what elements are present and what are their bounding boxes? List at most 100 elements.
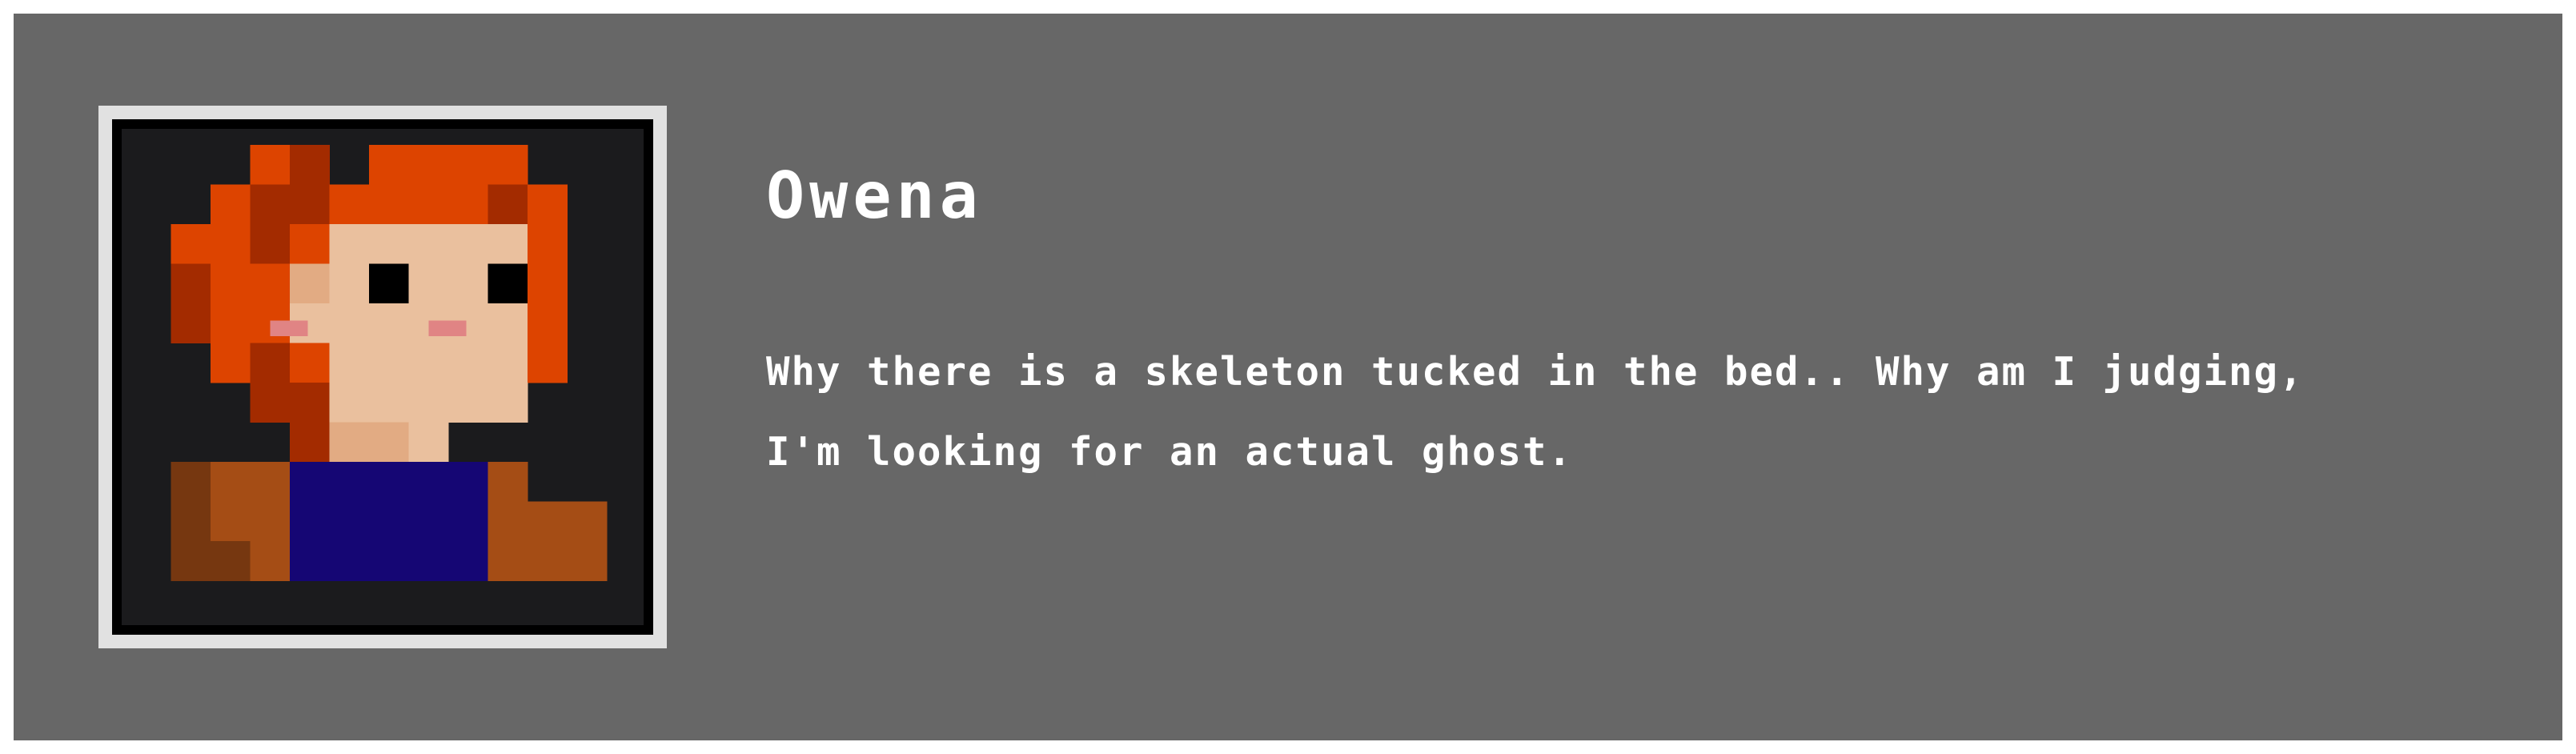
portrait-pixel xyxy=(290,501,330,542)
portrait-pixel xyxy=(329,303,370,343)
portrait-pixel xyxy=(369,541,409,581)
portrait-pixel xyxy=(369,422,409,463)
portrait-pixel xyxy=(369,145,409,185)
portrait-pixel xyxy=(290,462,330,502)
portrait-pixel xyxy=(448,462,488,502)
portrait-pixel xyxy=(448,224,488,264)
portrait-frame xyxy=(98,106,667,648)
portrait-pixel xyxy=(211,541,251,581)
blush-mark xyxy=(428,320,467,337)
portrait-pixel xyxy=(488,184,528,225)
portrait-pixel xyxy=(408,501,449,542)
portrait-pixel xyxy=(290,224,330,264)
speaker-name: Owena xyxy=(766,158,983,233)
portrait-pixel xyxy=(329,343,370,383)
dialog-text: Why there is a skeleton tucked in the be… xyxy=(766,349,2305,475)
portrait-pixel xyxy=(211,501,251,542)
portrait-pixel xyxy=(211,224,251,264)
portrait-pixel xyxy=(488,541,528,581)
portrait-pixel xyxy=(488,462,528,502)
portrait-pixel xyxy=(488,303,528,343)
portrait-pixel xyxy=(488,383,528,423)
portrait-pixel xyxy=(290,145,330,185)
portrait-pixel xyxy=(250,224,291,264)
portrait-pixel xyxy=(171,541,211,581)
portrait-pixel xyxy=(448,501,488,542)
portrait-pixel xyxy=(171,501,211,542)
portrait-pixel xyxy=(250,501,291,542)
portrait-pixel xyxy=(211,263,251,304)
portrait-pixel xyxy=(329,224,370,264)
portrait-pixel xyxy=(408,224,449,264)
portrait-pixel xyxy=(528,263,568,304)
portrait-pixel xyxy=(171,303,211,343)
portrait-pixel xyxy=(448,343,488,383)
portrait-pixel xyxy=(250,263,291,304)
portrait-pixel xyxy=(329,501,370,542)
portrait-pixel xyxy=(488,224,528,264)
portrait-pixel xyxy=(369,383,409,423)
portrait-pixel xyxy=(528,303,568,343)
portrait-pixel xyxy=(448,145,488,185)
portrait-pixel xyxy=(528,343,568,383)
portrait-pixel xyxy=(408,263,449,304)
portrait-pixel xyxy=(369,303,409,343)
portrait-pixel xyxy=(171,462,211,502)
portrait-pixel xyxy=(329,184,370,225)
portrait-pixel xyxy=(250,541,291,581)
portrait-pixel xyxy=(329,541,370,581)
portrait-pixel xyxy=(488,501,528,542)
portrait-pixel xyxy=(567,541,608,581)
portrait-pixel xyxy=(290,383,330,423)
dialog-box[interactable]: Owena Why there is a skeleton tucked in … xyxy=(14,14,2562,740)
portrait-pixel xyxy=(488,263,528,304)
portrait-pixel xyxy=(567,501,608,542)
portrait-pixel xyxy=(448,184,488,225)
blush-mark xyxy=(270,320,308,337)
portrait-pixel xyxy=(250,343,291,383)
portrait-pixel xyxy=(211,303,251,343)
portrait-pixel xyxy=(290,263,330,304)
portrait-pixel xyxy=(408,383,449,423)
portrait-pixel xyxy=(408,343,449,383)
portrait-pixel xyxy=(408,462,449,502)
portrait-pixel xyxy=(528,501,568,542)
portrait-pixel xyxy=(329,462,370,502)
portrait-pixel xyxy=(250,145,291,185)
portrait-pixel xyxy=(528,224,568,264)
portrait-pixel xyxy=(369,263,409,304)
portrait-pixel xyxy=(408,422,449,463)
portrait-pixel xyxy=(408,184,449,225)
portrait-pixel xyxy=(250,462,291,502)
portrait-pixel xyxy=(528,184,568,225)
portrait-pixel xyxy=(211,343,251,383)
portrait-pixel xyxy=(171,224,211,264)
character-portrait-icon xyxy=(171,145,608,581)
portrait-pixel xyxy=(448,383,488,423)
portrait-pixel xyxy=(488,343,528,383)
portrait-pixel xyxy=(329,383,370,423)
portrait-pixel xyxy=(488,145,528,185)
portrait-pixel xyxy=(448,541,488,581)
portrait-pixel xyxy=(211,184,251,225)
portrait-pixel xyxy=(528,541,568,581)
portrait-pixel xyxy=(329,422,370,463)
portrait-pixel xyxy=(369,462,409,502)
portrait-pixel xyxy=(290,184,330,225)
portrait-pixel xyxy=(369,501,409,542)
portrait-pixel xyxy=(290,343,330,383)
portrait-pixel xyxy=(408,145,449,185)
portrait-pixel xyxy=(369,184,409,225)
portrait-pixel xyxy=(250,184,291,225)
portrait-pixel xyxy=(211,462,251,502)
portrait-pixel xyxy=(171,263,211,304)
portrait-pixel xyxy=(250,383,291,423)
portrait-pixel xyxy=(448,263,488,304)
portrait-pixel xyxy=(369,224,409,264)
portrait-pixel xyxy=(408,541,449,581)
portrait-canvas xyxy=(122,129,644,625)
portrait-pixel xyxy=(290,422,330,463)
portrait-pixel xyxy=(290,541,330,581)
portrait-border xyxy=(112,119,653,635)
portrait-pixel xyxy=(369,343,409,383)
